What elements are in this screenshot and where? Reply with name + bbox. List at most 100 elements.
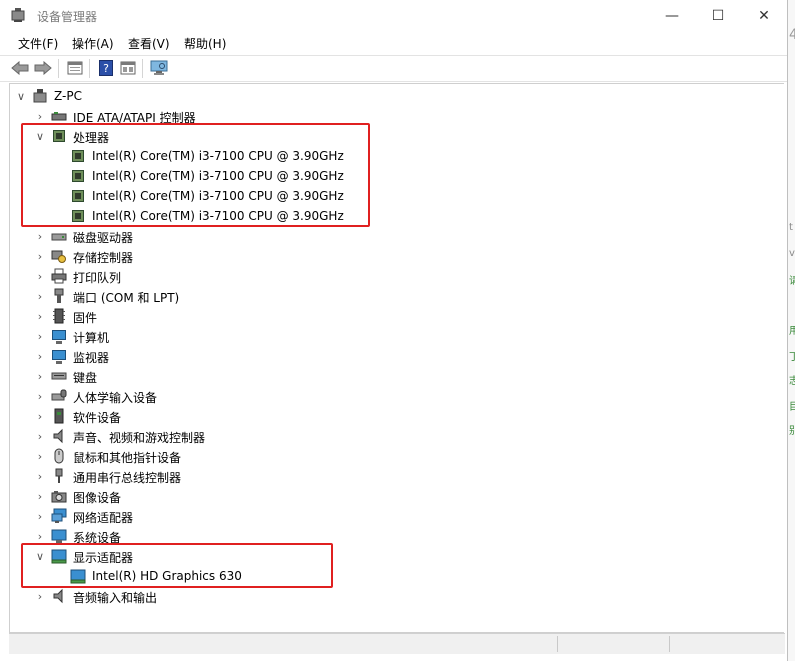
tree-category-ide[interactable]: › IDE ATA/ATAPI 控制器 bbox=[10, 106, 770, 126]
tree-category-software-devices[interactable]: › 软件设备 bbox=[10, 406, 770, 426]
expand-chevron-icon[interactable]: › bbox=[35, 306, 45, 326]
minimize-icon: — bbox=[665, 7, 679, 24]
tree-category-hid[interactable]: › 人体学输入设备 bbox=[10, 386, 770, 406]
menu-view[interactable]: 查看(V) bbox=[128, 35, 170, 52]
scan-hardware-button[interactable] bbox=[149, 59, 169, 77]
expand-chevron-icon[interactable]: › bbox=[35, 526, 45, 546]
tree-category-sound-video[interactable]: › 声音、视频和游戏控制器 bbox=[10, 426, 770, 446]
tree-category-usb[interactable]: › 通用串行总线控制器 bbox=[10, 466, 770, 486]
monitor-icon bbox=[51, 348, 67, 364]
collapse-chevron-icon[interactable]: ∨ bbox=[35, 126, 45, 146]
tree-device-label: Intel(R) Core(TM) i3-7100 CPU @ 3.90GHz bbox=[92, 189, 344, 203]
forward-button[interactable] bbox=[33, 59, 53, 77]
expand-chevron-icon[interactable]: › bbox=[35, 286, 45, 306]
tree-category-firmware[interactable]: › 固件 bbox=[10, 306, 770, 326]
camera-icon bbox=[51, 491, 67, 503]
tree-device-cpu[interactable]: Intel(R) Core(TM) i3-7100 CPU @ 3.90GHz bbox=[10, 206, 770, 226]
close-button[interactable]: ✕ bbox=[741, 0, 787, 31]
tree-category-computer[interactable]: › 计算机 bbox=[10, 326, 770, 346]
tree-category-imaging[interactable]: › 图像设备 bbox=[10, 486, 770, 506]
expand-chevron-icon[interactable]: › bbox=[35, 106, 45, 126]
menu-bar: 文件(F) 操作(A) 查看(V) 帮助(H) bbox=[0, 33, 787, 53]
expand-chevron-icon[interactable]: › bbox=[35, 446, 45, 466]
tree-category-storage-controllers[interactable]: › 存储控制器 bbox=[10, 246, 770, 266]
background-text: 志 bbox=[789, 372, 795, 387]
tree-category-label: 声音、视频和游戏控制器 bbox=[73, 431, 206, 445]
tree-device-cpu[interactable]: Intel(R) Core(TM) i3-7100 CPU @ 3.90GHz bbox=[10, 146, 770, 166]
expand-chevron-icon[interactable]: › bbox=[35, 406, 45, 426]
tree-category-processor[interactable]: ∨ 处理器 bbox=[10, 126, 770, 146]
tree-device-label: Intel(R) Core(TM) i3-7100 CPU @ 3.90GHz bbox=[92, 209, 344, 223]
tree-category-label: 键盘 bbox=[73, 371, 98, 385]
tree-category-system[interactable]: › 系统设备 bbox=[10, 526, 770, 546]
help-button[interactable]: ? bbox=[96, 59, 116, 77]
tree-category-monitors[interactable]: › 监视器 bbox=[10, 346, 770, 366]
collapse-chevron-icon[interactable]: ∨ bbox=[16, 86, 26, 106]
expand-chevron-icon[interactable]: › bbox=[35, 366, 45, 386]
tree-category-label: 监视器 bbox=[73, 351, 110, 365]
expand-chevron-icon[interactable]: › bbox=[35, 266, 45, 286]
network-adapter-icon bbox=[51, 508, 67, 523]
minimize-button[interactable]: — bbox=[649, 0, 695, 31]
tree-category-label: 计算机 bbox=[73, 331, 110, 345]
processor-icon bbox=[70, 188, 86, 204]
properties-button[interactable] bbox=[65, 59, 85, 77]
port-icon bbox=[54, 288, 64, 303]
tree-category-display-adapters[interactable]: ∨ 显示适配器 bbox=[10, 546, 770, 566]
tree-root-node[interactable]: ∨ Z-PC bbox=[10, 86, 770, 106]
close-icon: ✕ bbox=[758, 7, 770, 24]
expand-chevron-icon[interactable]: › bbox=[35, 246, 45, 266]
collapse-chevron-icon[interactable]: ∨ bbox=[35, 546, 45, 566]
back-button[interactable] bbox=[10, 59, 30, 77]
background-text: vs bbox=[789, 248, 795, 259]
tree-category-label: IDE ATA/ATAPI 控制器 bbox=[73, 111, 196, 125]
tree-category-print-queues[interactable]: › 打印队列 bbox=[10, 266, 770, 286]
tree-category-label: 系统设备 bbox=[73, 531, 122, 545]
tree-category-disk-drives[interactable]: › 磁盘驱动器 bbox=[10, 226, 770, 246]
printer-icon bbox=[51, 268, 67, 284]
tree-category-keyboards[interactable]: › 键盘 bbox=[10, 366, 770, 386]
tree-device-cpu[interactable]: Intel(R) Core(TM) i3-7100 CPU @ 3.90GHz bbox=[10, 166, 770, 186]
tree-category-label: 端口 (COM 和 LPT) bbox=[73, 291, 180, 305]
computer-tower-icon bbox=[33, 89, 47, 103]
expand-chevron-icon[interactable]: › bbox=[35, 486, 45, 506]
expand-chevron-icon[interactable]: › bbox=[35, 386, 45, 406]
tree-category-audio-io[interactable]: › 音频输入和输出 bbox=[10, 586, 770, 606]
maximize-button[interactable]: ☐ bbox=[695, 0, 741, 31]
window-title: 设备管理器 bbox=[37, 10, 98, 24]
processor-icon bbox=[51, 128, 67, 144]
status-divider bbox=[557, 636, 558, 652]
tree-category-label: 图像设备 bbox=[73, 491, 122, 505]
toolbar-separator bbox=[142, 59, 143, 78]
menu-file[interactable]: 文件(F) bbox=[18, 35, 58, 52]
tree-category-network[interactable]: › 网络适配器 bbox=[10, 506, 770, 526]
menu-action[interactable]: 操作(A) bbox=[72, 35, 114, 52]
tree-device-gpu[interactable]: Intel(R) HD Graphics 630 bbox=[10, 566, 770, 586]
tree-category-label: 固件 bbox=[73, 311, 98, 325]
expand-chevron-icon[interactable]: › bbox=[35, 426, 45, 446]
hid-icon bbox=[51, 389, 67, 401]
background-text: 丁 bbox=[789, 348, 795, 363]
tree-category-label: 通用串行总线控制器 bbox=[73, 471, 182, 485]
tree-category-ports[interactable]: › 端口 (COM 和 LPT) bbox=[10, 286, 770, 306]
expand-chevron-icon[interactable]: › bbox=[35, 326, 45, 346]
details-button[interactable] bbox=[118, 59, 138, 77]
title-bar[interactable]: 设备管理器 — ☐ ✕ bbox=[0, 0, 787, 31]
expand-chevron-icon[interactable]: › bbox=[35, 226, 45, 246]
tree-device-cpu[interactable]: Intel(R) Core(TM) i3-7100 CPU @ 3.90GHz bbox=[10, 186, 770, 206]
expand-chevron-icon[interactable]: › bbox=[35, 346, 45, 366]
device-manager-app-icon bbox=[11, 8, 25, 22]
processor-icon bbox=[70, 168, 86, 184]
tree-category-mice[interactable]: › 鼠标和其他指针设备 bbox=[10, 446, 770, 466]
tree-category-label: 显示适配器 bbox=[73, 551, 134, 565]
menu-help[interactable]: 帮助(H) bbox=[184, 35, 226, 52]
background-text: 请 bbox=[789, 272, 795, 287]
storage-controller-icon bbox=[51, 250, 66, 263]
mouse-icon bbox=[54, 448, 64, 464]
ide-controller-icon bbox=[51, 112, 67, 121]
tree-category-label: 鼠标和其他指针设备 bbox=[73, 451, 182, 465]
tree-category-label: 打印队列 bbox=[73, 271, 122, 285]
expand-chevron-icon[interactable]: › bbox=[35, 506, 45, 526]
expand-chevron-icon[interactable]: › bbox=[35, 466, 45, 486]
expand-chevron-icon[interactable]: › bbox=[35, 586, 45, 606]
